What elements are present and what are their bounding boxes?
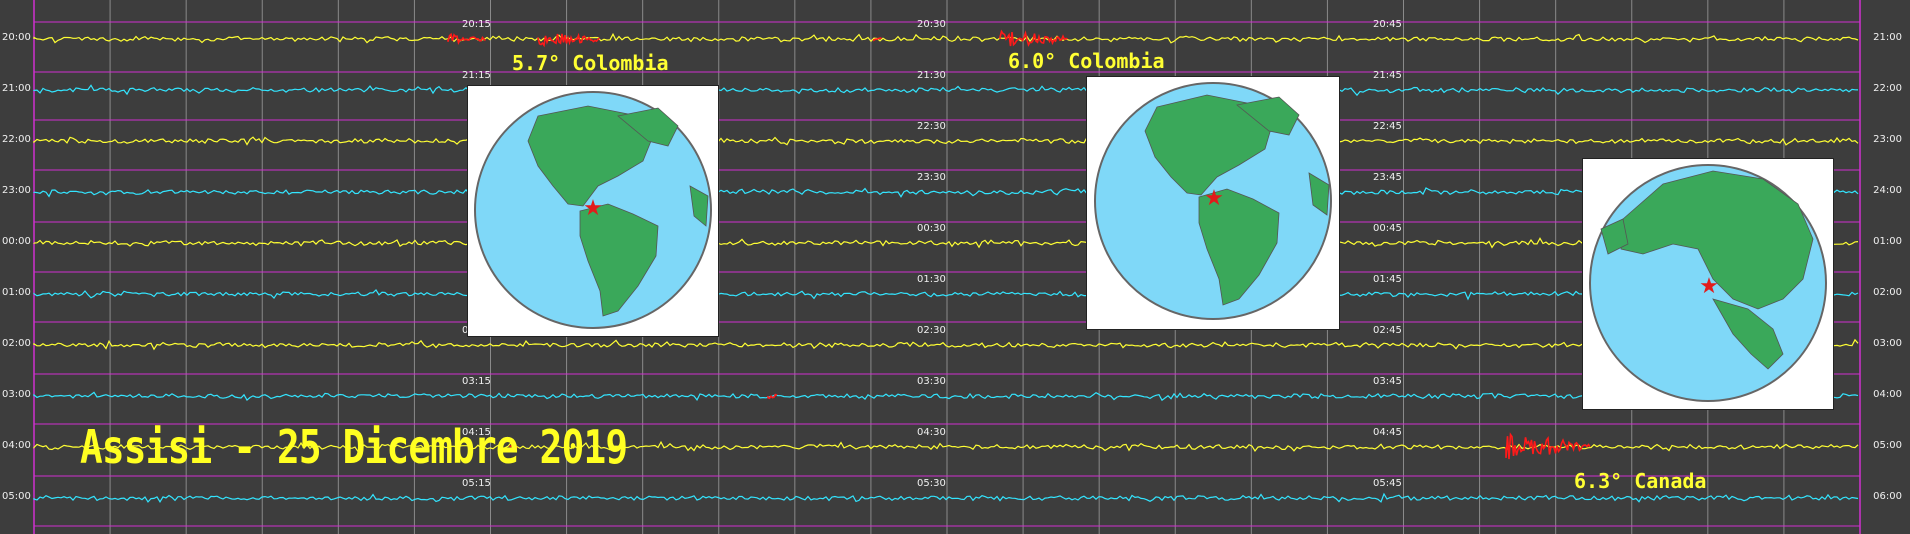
hour-label-right: 01:00 bbox=[1873, 236, 1902, 247]
event-label-colombia-60: 6.0° Colombia bbox=[1008, 49, 1165, 73]
epicenter-star-icon: ★ bbox=[583, 196, 603, 221]
minute-label: 20:45 bbox=[1373, 19, 1402, 30]
page-title: Assisi - 25 Dicembre 2019 bbox=[80, 420, 628, 474]
minute-label: 22:45 bbox=[1373, 121, 1402, 132]
globe-map-colombia-60: ★ bbox=[1086, 76, 1340, 330]
minute-label: 20:30 bbox=[917, 19, 946, 30]
minute-label: 03:15 bbox=[462, 376, 491, 387]
minute-label: 03:30 bbox=[917, 376, 946, 387]
hour-label-right: 04:00 bbox=[1873, 389, 1902, 400]
minute-label: 00:30 bbox=[917, 223, 946, 234]
hour-label-right: 24:00 bbox=[1873, 185, 1902, 196]
event-label-canada-63: 6.3° Canada bbox=[1574, 469, 1707, 493]
minute-label: 21:15 bbox=[462, 70, 491, 81]
hour-label-left: 22:00 bbox=[2, 134, 31, 145]
hour-label-left: 00:00 bbox=[2, 236, 31, 247]
minute-label: 03:45 bbox=[1373, 376, 1402, 387]
minute-label: 21:30 bbox=[917, 70, 946, 81]
hour-label-right: 06:00 bbox=[1873, 491, 1902, 502]
minute-label: 22:30 bbox=[917, 121, 946, 132]
minute-label: 00:45 bbox=[1373, 223, 1402, 234]
hour-label-right: 21:00 bbox=[1873, 32, 1902, 43]
hour-label-right: 22:00 bbox=[1873, 83, 1902, 94]
hour-label-left: 05:00 bbox=[2, 491, 31, 502]
hour-label-right: 02:00 bbox=[1873, 287, 1902, 298]
seismogram-view: 20:00 21:00 20:15 20:30 20:45 21:00 22:00 21:15… bbox=[0, 0, 1910, 534]
seismic-trace bbox=[33, 84, 1859, 97]
epicenter-star-icon: ★ bbox=[1699, 274, 1719, 299]
minute-label: 20:15 bbox=[462, 19, 491, 30]
earthquake-signal bbox=[1505, 432, 1591, 460]
minute-label: 04:30 bbox=[917, 427, 946, 438]
minute-label: 02:30 bbox=[917, 325, 946, 336]
hour-label-left: 03:00 bbox=[2, 389, 31, 400]
hour-label-left: 20:00 bbox=[2, 32, 31, 43]
hour-label-right: 05:00 bbox=[1873, 440, 1902, 451]
event-label-colombia-57: 5.7° Colombia bbox=[512, 51, 669, 75]
seismic-trace bbox=[33, 136, 1859, 146]
minute-label: 05:45 bbox=[1373, 478, 1402, 489]
minute-label: 01:45 bbox=[1373, 274, 1402, 285]
epicenter-star-icon: ★ bbox=[1204, 186, 1224, 211]
hour-label-left: 21:00 bbox=[2, 83, 31, 94]
hour-label-right: 03:00 bbox=[1873, 338, 1902, 349]
earthquake-signal bbox=[999, 29, 1068, 47]
seismic-trace bbox=[33, 492, 1859, 503]
globe-map-canada-63: ★ bbox=[1582, 158, 1834, 410]
minute-label: 05:30 bbox=[917, 478, 946, 489]
minute-label: 23:45 bbox=[1373, 172, 1402, 183]
hour-label-left: 23:00 bbox=[2, 185, 31, 196]
hour-label-left: 01:00 bbox=[2, 287, 31, 298]
minute-label: 01:30 bbox=[917, 274, 946, 285]
minute-label: 21:45 bbox=[1373, 70, 1402, 81]
minute-label: 05:15 bbox=[462, 478, 491, 489]
hour-label-left: 02:00 bbox=[2, 338, 31, 349]
minute-label: 02:45 bbox=[1373, 325, 1402, 336]
minute-label: 04:45 bbox=[1373, 427, 1402, 438]
seismic-trace bbox=[33, 32, 1859, 44]
minute-label: 23:30 bbox=[917, 172, 946, 183]
globe-map-colombia-57: ★ bbox=[467, 85, 719, 337]
earthquake-signal bbox=[537, 32, 601, 48]
hour-label-right: 23:00 bbox=[1873, 134, 1902, 145]
hour-label-left: 04:00 bbox=[2, 440, 31, 451]
